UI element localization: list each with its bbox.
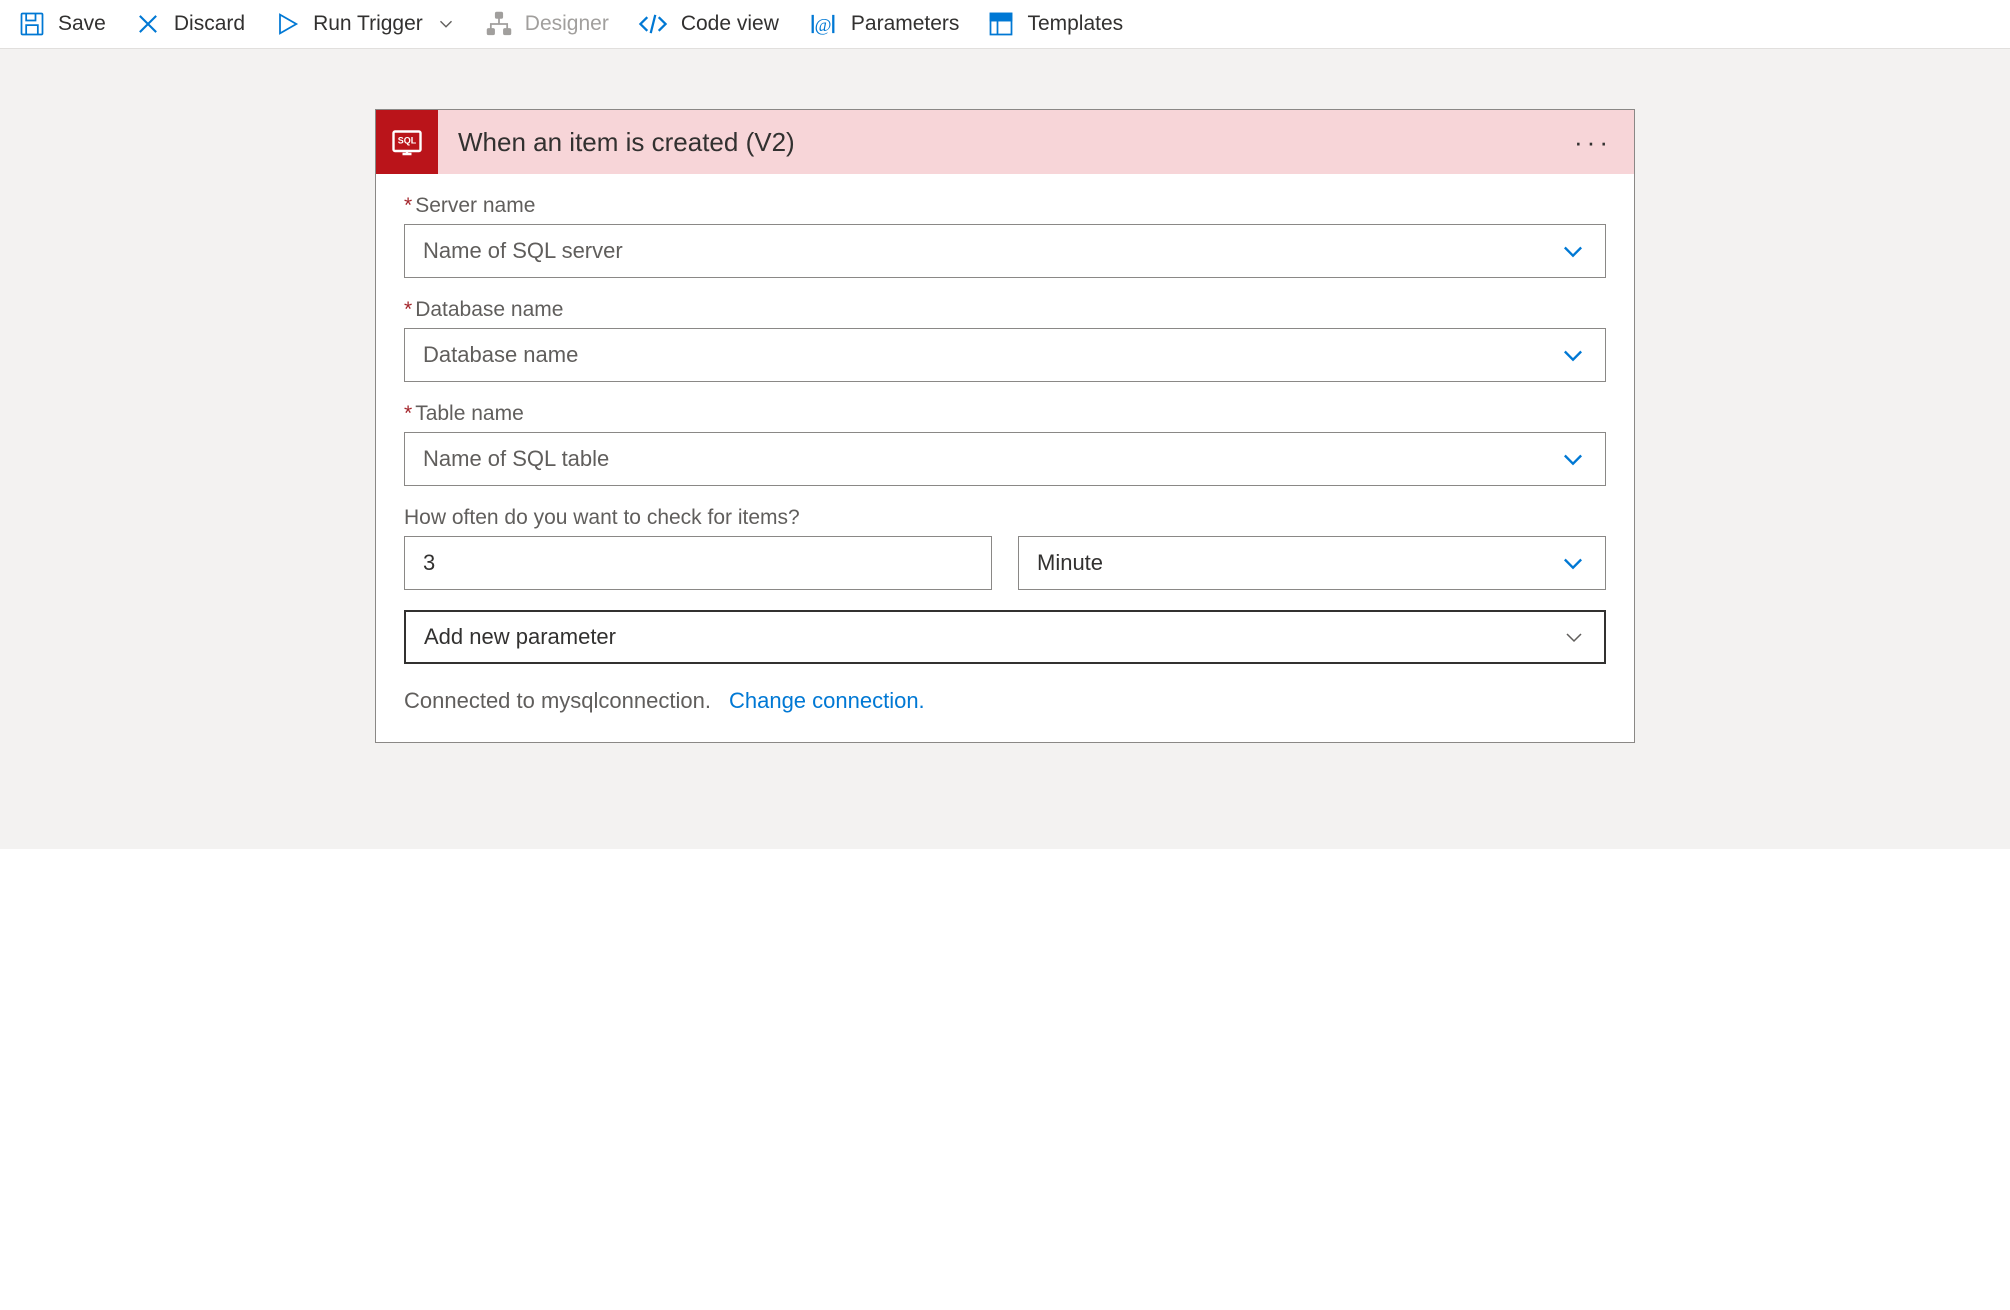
- parameters-button[interactable]: @ Parameters: [807, 10, 960, 38]
- code-view-button[interactable]: Code view: [637, 10, 779, 38]
- discard-label: Discard: [174, 12, 245, 36]
- frequency-interval-input-wrapper: [404, 536, 992, 590]
- table-name-placeholder: Name of SQL table: [423, 446, 609, 472]
- chevron-down-icon: [1559, 445, 1587, 473]
- trigger-title: When an item is created (V2): [438, 127, 1574, 158]
- server-name-placeholder: Name of SQL server: [423, 238, 623, 264]
- run-trigger-button[interactable]: Run Trigger: [273, 10, 457, 38]
- required-asterisk: *: [404, 298, 412, 321]
- frequency-unit-value: Minute: [1037, 550, 1103, 576]
- svg-text:@: @: [814, 15, 831, 35]
- frequency-interval-input[interactable]: [423, 550, 973, 576]
- server-name-label: *Server name: [404, 194, 1606, 218]
- table-name-dropdown[interactable]: Name of SQL table: [404, 432, 1606, 486]
- chevron-down-icon: [1562, 625, 1586, 649]
- required-asterisk: *: [404, 194, 412, 217]
- server-name-dropdown[interactable]: Name of SQL server: [404, 224, 1606, 278]
- required-asterisk: *: [404, 402, 412, 425]
- designer-canvas: SQL When an item is created (V2) ··· *Se…: [0, 49, 2010, 849]
- change-connection-link[interactable]: Change connection.: [729, 688, 925, 714]
- chevron-down-icon: [1559, 341, 1587, 369]
- add-new-parameter-dropdown[interactable]: Add new parameter: [404, 610, 1606, 664]
- designer-button: Designer: [485, 10, 609, 38]
- chevron-down-icon: [435, 13, 457, 35]
- connection-footer: Connected to mysqlconnection. Change con…: [404, 688, 1606, 714]
- trigger-card: SQL When an item is created (V2) ··· *Se…: [375, 109, 1635, 743]
- database-name-label: *Database name: [404, 298, 1606, 322]
- trigger-card-header[interactable]: SQL When an item is created (V2) ···: [376, 110, 1634, 174]
- discard-button[interactable]: Discard: [134, 10, 245, 38]
- save-icon: [18, 10, 46, 38]
- connection-status-text: Connected to mysqlconnection.: [404, 688, 711, 714]
- svg-text:SQL: SQL: [398, 136, 417, 146]
- designer-icon: [485, 10, 513, 38]
- table-name-label: *Table name: [404, 402, 1606, 426]
- parameters-label: Parameters: [851, 12, 960, 36]
- frequency-label: How often do you want to check for items…: [404, 506, 1606, 530]
- trigger-card-body: *Server name Name of SQL server *Databas…: [376, 174, 1634, 742]
- sql-connector-icon: SQL: [376, 110, 438, 174]
- toolbar: Save Discard Run Trigger: [0, 0, 2010, 49]
- save-label: Save: [58, 12, 106, 36]
- templates-icon: [987, 10, 1015, 38]
- play-icon: [273, 10, 301, 38]
- add-parameter-label: Add new parameter: [424, 624, 616, 650]
- run-trigger-label: Run Trigger: [313, 12, 423, 36]
- close-icon: [134, 10, 162, 38]
- code-view-label: Code view: [681, 12, 779, 36]
- database-name-dropdown[interactable]: Database name: [404, 328, 1606, 382]
- code-icon: [637, 10, 669, 38]
- card-menu-button[interactable]: ···: [1574, 127, 1634, 158]
- database-name-field: *Database name Database name: [404, 298, 1606, 382]
- parameters-icon: @: [807, 10, 839, 38]
- templates-label: Templates: [1027, 12, 1123, 36]
- database-name-placeholder: Database name: [423, 342, 578, 368]
- chevron-down-icon: [1559, 549, 1587, 577]
- table-name-field: *Table name Name of SQL table: [404, 402, 1606, 486]
- templates-button[interactable]: Templates: [987, 10, 1123, 38]
- frequency-field: How often do you want to check for items…: [404, 506, 1606, 590]
- frequency-unit-dropdown[interactable]: Minute: [1018, 536, 1606, 590]
- designer-label: Designer: [525, 12, 609, 36]
- server-name-field: *Server name Name of SQL server: [404, 194, 1606, 278]
- chevron-down-icon: [1559, 237, 1587, 265]
- save-button[interactable]: Save: [18, 10, 106, 38]
